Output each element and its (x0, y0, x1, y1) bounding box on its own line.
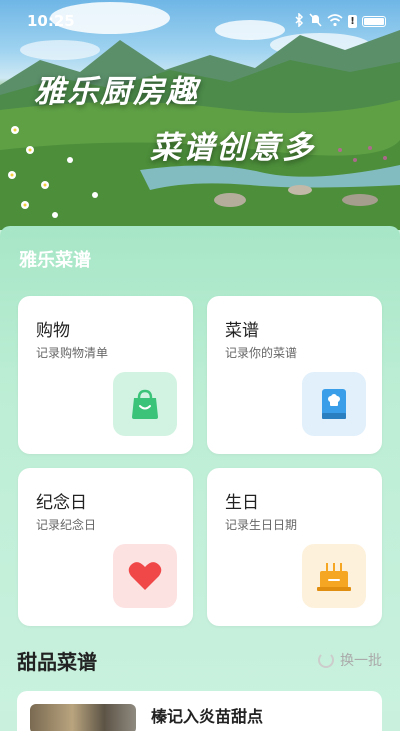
bluetooth-icon (294, 12, 304, 30)
heart-icon (113, 544, 177, 608)
recipe-name: 榛记入炎苗甜点 (151, 707, 264, 726)
card-subtitle: 记录生日日期 (225, 518, 298, 532)
card-title: 生日 (225, 493, 259, 513)
anniversary-card[interactable]: 纪念日 记录纪念日 (18, 468, 193, 626)
battery-icon (362, 16, 386, 27)
card-title: 纪念日 (36, 493, 87, 513)
card-subtitle: 记录你的菜谱 (225, 346, 298, 360)
card-subtitle: 记录购物清单 (36, 346, 109, 360)
status-bar: 10:25 ! (0, 0, 400, 42)
shopping-bag-icon (113, 372, 177, 436)
hero-slogan-line2: 菜谱创意多 (150, 130, 315, 166)
hero-slogan-line1: 雅乐厨房趣 (34, 74, 199, 110)
alert-icon: ! (348, 15, 357, 28)
refresh-button[interactable]: 换一批 (318, 650, 382, 670)
card-subtitle: 记录纪念日 (36, 518, 97, 532)
dessert-section-title: 甜品菜谱 (17, 650, 97, 674)
refresh-label: 换一批 (340, 653, 382, 669)
dessert-recipe-item[interactable]: 榛记入炎苗甜点 (17, 691, 382, 731)
status-time: 10:25 (27, 12, 75, 30)
recipe-book-icon (302, 372, 366, 436)
mute-icon (309, 13, 322, 30)
refresh-icon (318, 652, 334, 668)
recipe-card[interactable]: 菜谱 记录你的菜谱 (207, 296, 382, 454)
card-title: 菜谱 (225, 321, 259, 341)
status-icons: ! (294, 12, 386, 30)
shopping-card[interactable]: 购物 记录购物清单 (18, 296, 193, 454)
wifi-icon (327, 13, 343, 30)
card-title: 购物 (36, 321, 70, 341)
birthday-cake-icon (302, 544, 366, 608)
birthday-card[interactable]: 生日 记录生日日期 (207, 468, 382, 626)
section-title: 雅乐菜谱 (19, 250, 91, 271)
main-content: 雅乐菜谱 购物 记录购物清单 菜谱 记录你的菜谱 纪念日 记录纪念日 生日 记录… (0, 226, 400, 731)
recipe-thumbnail (30, 704, 136, 731)
